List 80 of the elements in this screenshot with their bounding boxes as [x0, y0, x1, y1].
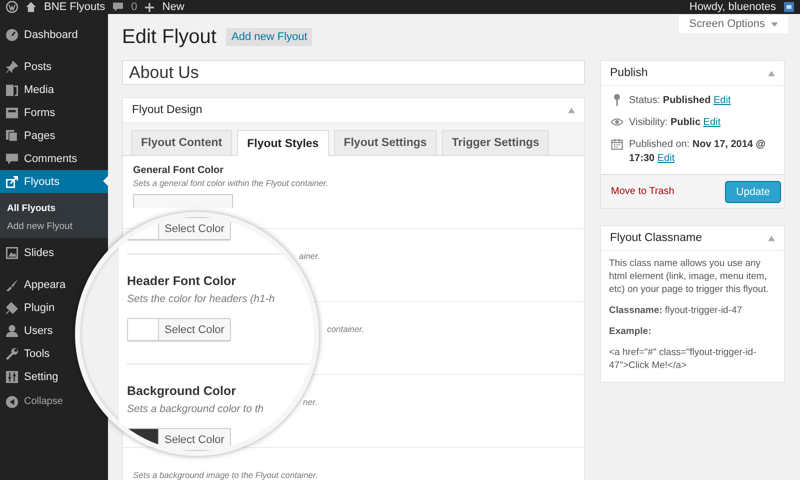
example-code: <a href="#" class="flyout-trigger-id-47">Click Me!</a>: [609, 346, 758, 372]
publish-detail: Status: Published Edit: [629, 94, 731, 108]
panel-title: Flyout Design: [132, 104, 202, 116]
home-icon: [26, 2, 36, 12]
wrench-icon: [6, 348, 18, 360]
slides-icon: [6, 246, 18, 258]
select-color-button[interactable]: Select Color: [127, 318, 231, 341]
menu-item[interactable]: Tools: [0, 342, 50, 365]
speech-bubble-icon: [113, 2, 124, 12]
field-description: Sets the color for headers (h1-h: [127, 293, 275, 305]
collapse-menu-button[interactable]: Collapse: [0, 390, 63, 413]
site-name-link[interactable]: BNE Flyouts: [44, 1, 106, 13]
edit-link[interactable]: Edit: [657, 153, 675, 164]
field-description: Sets a background image to the Flyout container.: [133, 470, 318, 480]
collapse-arrow-icon: [768, 70, 775, 76]
menu-item[interactable]: Plugin: [0, 296, 55, 319]
description-text: This class name allows you use any html element (link, image, menu item, etc) on your page to trigger this flyout.: [609, 257, 770, 296]
submenu-item[interactable]: All Flyouts: [0, 199, 56, 217]
pin-icon: [611, 94, 623, 106]
menu-item[interactable]: Slides: [0, 241, 54, 264]
pin-icon: [6, 60, 18, 72]
tab[interactable]: Flyout Settings: [334, 130, 437, 155]
menu-item[interactable]: Setting: [0, 365, 58, 388]
publish-detail: Published on: Nov 17, 2014 @ 17:30 Edit: [629, 138, 767, 166]
avatar-icon: [784, 2, 794, 12]
brush-icon: [6, 278, 18, 290]
collapse-arrow-icon: [768, 234, 775, 242]
plus-icon: [145, 2, 154, 12]
tab[interactable]: Flyout Content: [131, 130, 232, 155]
comment-count[interactable]: 0: [131, 1, 138, 13]
field-description: container.: [327, 324, 364, 334]
greeting-link[interactable]: Howdy, bluenotes: [689, 1, 776, 13]
panel-title: Publish: [610, 67, 648, 79]
screen-options-button[interactable]: Screen Options: [679, 15, 788, 33]
field-label: Header Font Color: [127, 275, 236, 288]
field-description: ainer.: [299, 251, 320, 261]
submenu-item[interactable]: Add new Flyout: [0, 217, 72, 235]
speech-bubble-icon: [6, 152, 18, 164]
caret-icon: [771, 20, 778, 28]
select-color-button[interactable]: Select Color: [127, 428, 231, 451]
wordpress-logo-icon: [6, 1, 18, 13]
field-description: Sets a general font color within the Flyout container.: [133, 178, 328, 188]
field-description: ner.: [303, 397, 318, 407]
field-label: General Font Color: [133, 165, 224, 176]
menu-item[interactable]: Media: [0, 78, 54, 101]
new-link[interactable]: New: [162, 1, 184, 13]
classname-text: Classname: flyout-trigger-id-47: [609, 304, 744, 317]
field-label: Background Color: [127, 385, 236, 398]
title-field[interactable]: About Us: [122, 60, 585, 85]
field-description: Sets a background color to th: [127, 403, 264, 415]
collapse-icon: [6, 396, 18, 408]
menu-item[interactable]: Pages: [0, 124, 56, 147]
eye-icon: [611, 116, 623, 128]
panel-title: Flyout Classname: [610, 232, 702, 244]
menu-item[interactable]: Comments: [0, 147, 78, 170]
menu-item[interactable]: Forms: [0, 101, 56, 124]
move-to-trash-link[interactable]: Move to Trash: [611, 186, 674, 197]
menu-item[interactable]: Users: [0, 319, 53, 342]
calendar-icon: [611, 138, 623, 150]
edit-link[interactable]: Edit: [713, 95, 731, 106]
page-title: Edit Flyout: [122, 26, 216, 48]
settings-icon: [6, 370, 18, 382]
form-icon: [6, 106, 18, 118]
tab[interactable]: Flyout Styles: [237, 130, 329, 156]
edit-link[interactable]: Edit: [703, 117, 721, 128]
select-color-button[interactable]: [133, 194, 233, 208]
menu-item[interactable]: Posts: [0, 55, 52, 78]
gauge-icon: [6, 28, 18, 40]
flyout-icon: [6, 176, 18, 188]
menu-item[interactable]: Dashboard: [0, 23, 78, 46]
media-icon: [6, 84, 18, 96]
tab[interactable]: Trigger Settings: [442, 130, 550, 155]
menu-item[interactable]: Appeara: [0, 273, 66, 296]
example-label: Example:: [609, 325, 652, 338]
add-new-button[interactable]: Add new Flyout: [226, 28, 312, 46]
menu-item[interactable]: Flyouts: [0, 170, 108, 193]
user-icon: [6, 324, 18, 336]
publish-detail: Visibility: Public Edit: [629, 116, 721, 130]
collapse-arrow-icon: [568, 106, 575, 114]
pages-icon: [6, 130, 18, 142]
